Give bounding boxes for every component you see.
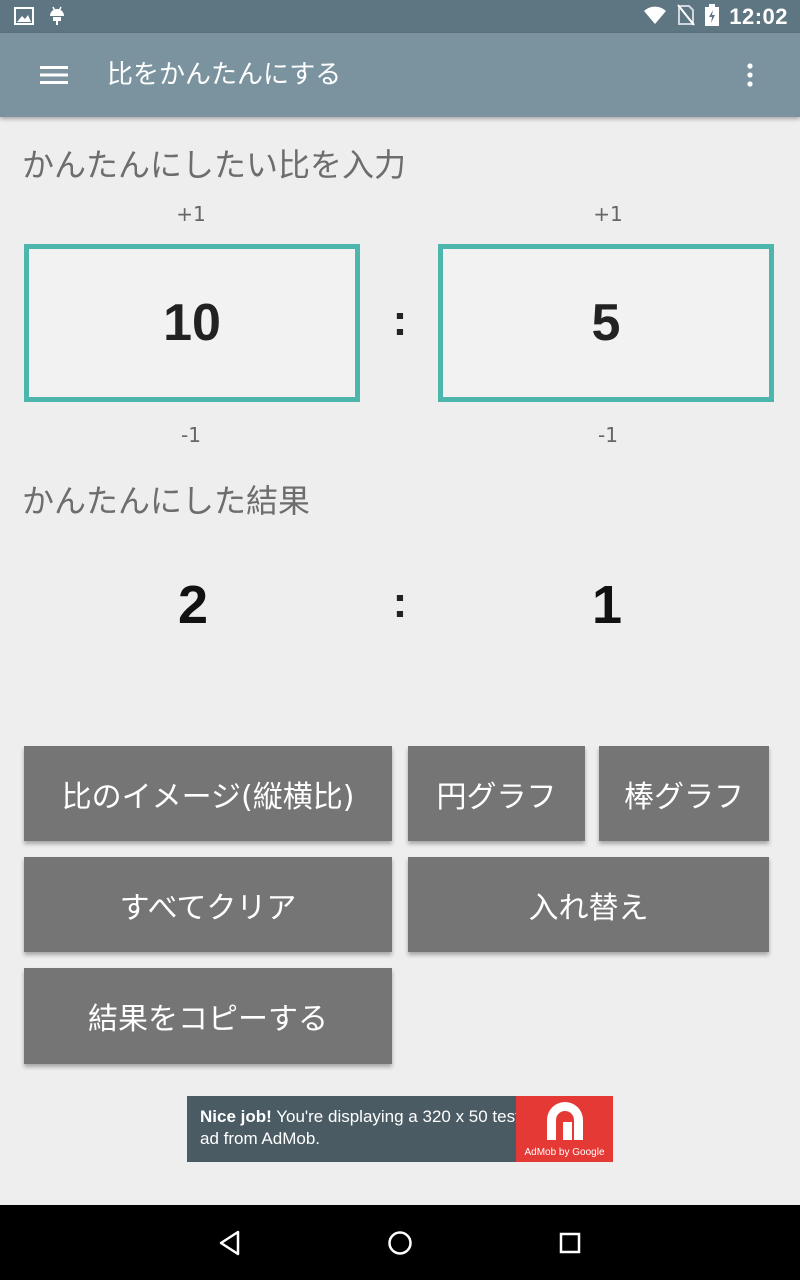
app-bar: 比をかんたんにする [0, 33, 800, 117]
no-sim-icon [677, 4, 695, 30]
result-left-value: 2 [177, 575, 209, 635]
battery-charging-icon [705, 4, 720, 30]
back-icon[interactable] [210, 1225, 250, 1261]
ad-text: Nice job! You're displaying a 320 x 50 t… [200, 1106, 520, 1150]
copy-result-button[interactable]: 結果をコピーする [24, 968, 392, 1064]
left-increment-button[interactable]: +1 [131, 202, 251, 226]
app-title: 比をかんたんにする [107, 60, 342, 90]
clear-all-button[interactable]: すべてクリア [24, 857, 392, 952]
result-right-value: 1 [591, 575, 623, 635]
admob-logo-icon [543, 1102, 587, 1146]
navigation-bar [0, 1205, 800, 1280]
result-colon: : [392, 578, 408, 627]
overflow-menu-icon[interactable] [730, 55, 770, 95]
status-time: 12:02 [729, 4, 788, 29]
result-section-label: かんたんにした結果 [22, 482, 311, 520]
bar-chart-button[interactable]: 棒グラフ [599, 746, 769, 841]
admob-logo: AdMob by Google [516, 1096, 613, 1162]
input-section-label: かんたんにしたい比を入力 [22, 146, 407, 184]
right-increment-button[interactable]: +1 [548, 202, 668, 226]
input-colon: : [392, 296, 408, 345]
left-decrement-button[interactable]: -1 [131, 423, 251, 447]
home-icon[interactable] [380, 1225, 420, 1261]
android-icon [48, 6, 66, 30]
left-ratio-input[interactable]: 10 [24, 244, 360, 402]
wifi-icon [643, 5, 667, 29]
right-ratio-input[interactable]: 5 [438, 244, 774, 402]
ad-headline: Nice job! [200, 1107, 272, 1126]
swap-button[interactable]: 入れ替え [408, 857, 769, 952]
recents-icon[interactable] [550, 1225, 590, 1261]
admob-caption: AdMob by Google [524, 1147, 605, 1158]
ratio-image-button[interactable]: 比のイメージ(縦横比) [24, 746, 392, 841]
right-decrement-button[interactable]: -1 [548, 423, 668, 447]
image-icon [14, 7, 34, 29]
ad-banner[interactable]: Nice job! You're displaying a 320 x 50 t… [187, 1096, 613, 1162]
hamburger-menu-icon[interactable] [30, 55, 78, 95]
status-bar: 12:02 [0, 0, 800, 33]
pie-chart-button[interactable]: 円グラフ [408, 746, 585, 841]
